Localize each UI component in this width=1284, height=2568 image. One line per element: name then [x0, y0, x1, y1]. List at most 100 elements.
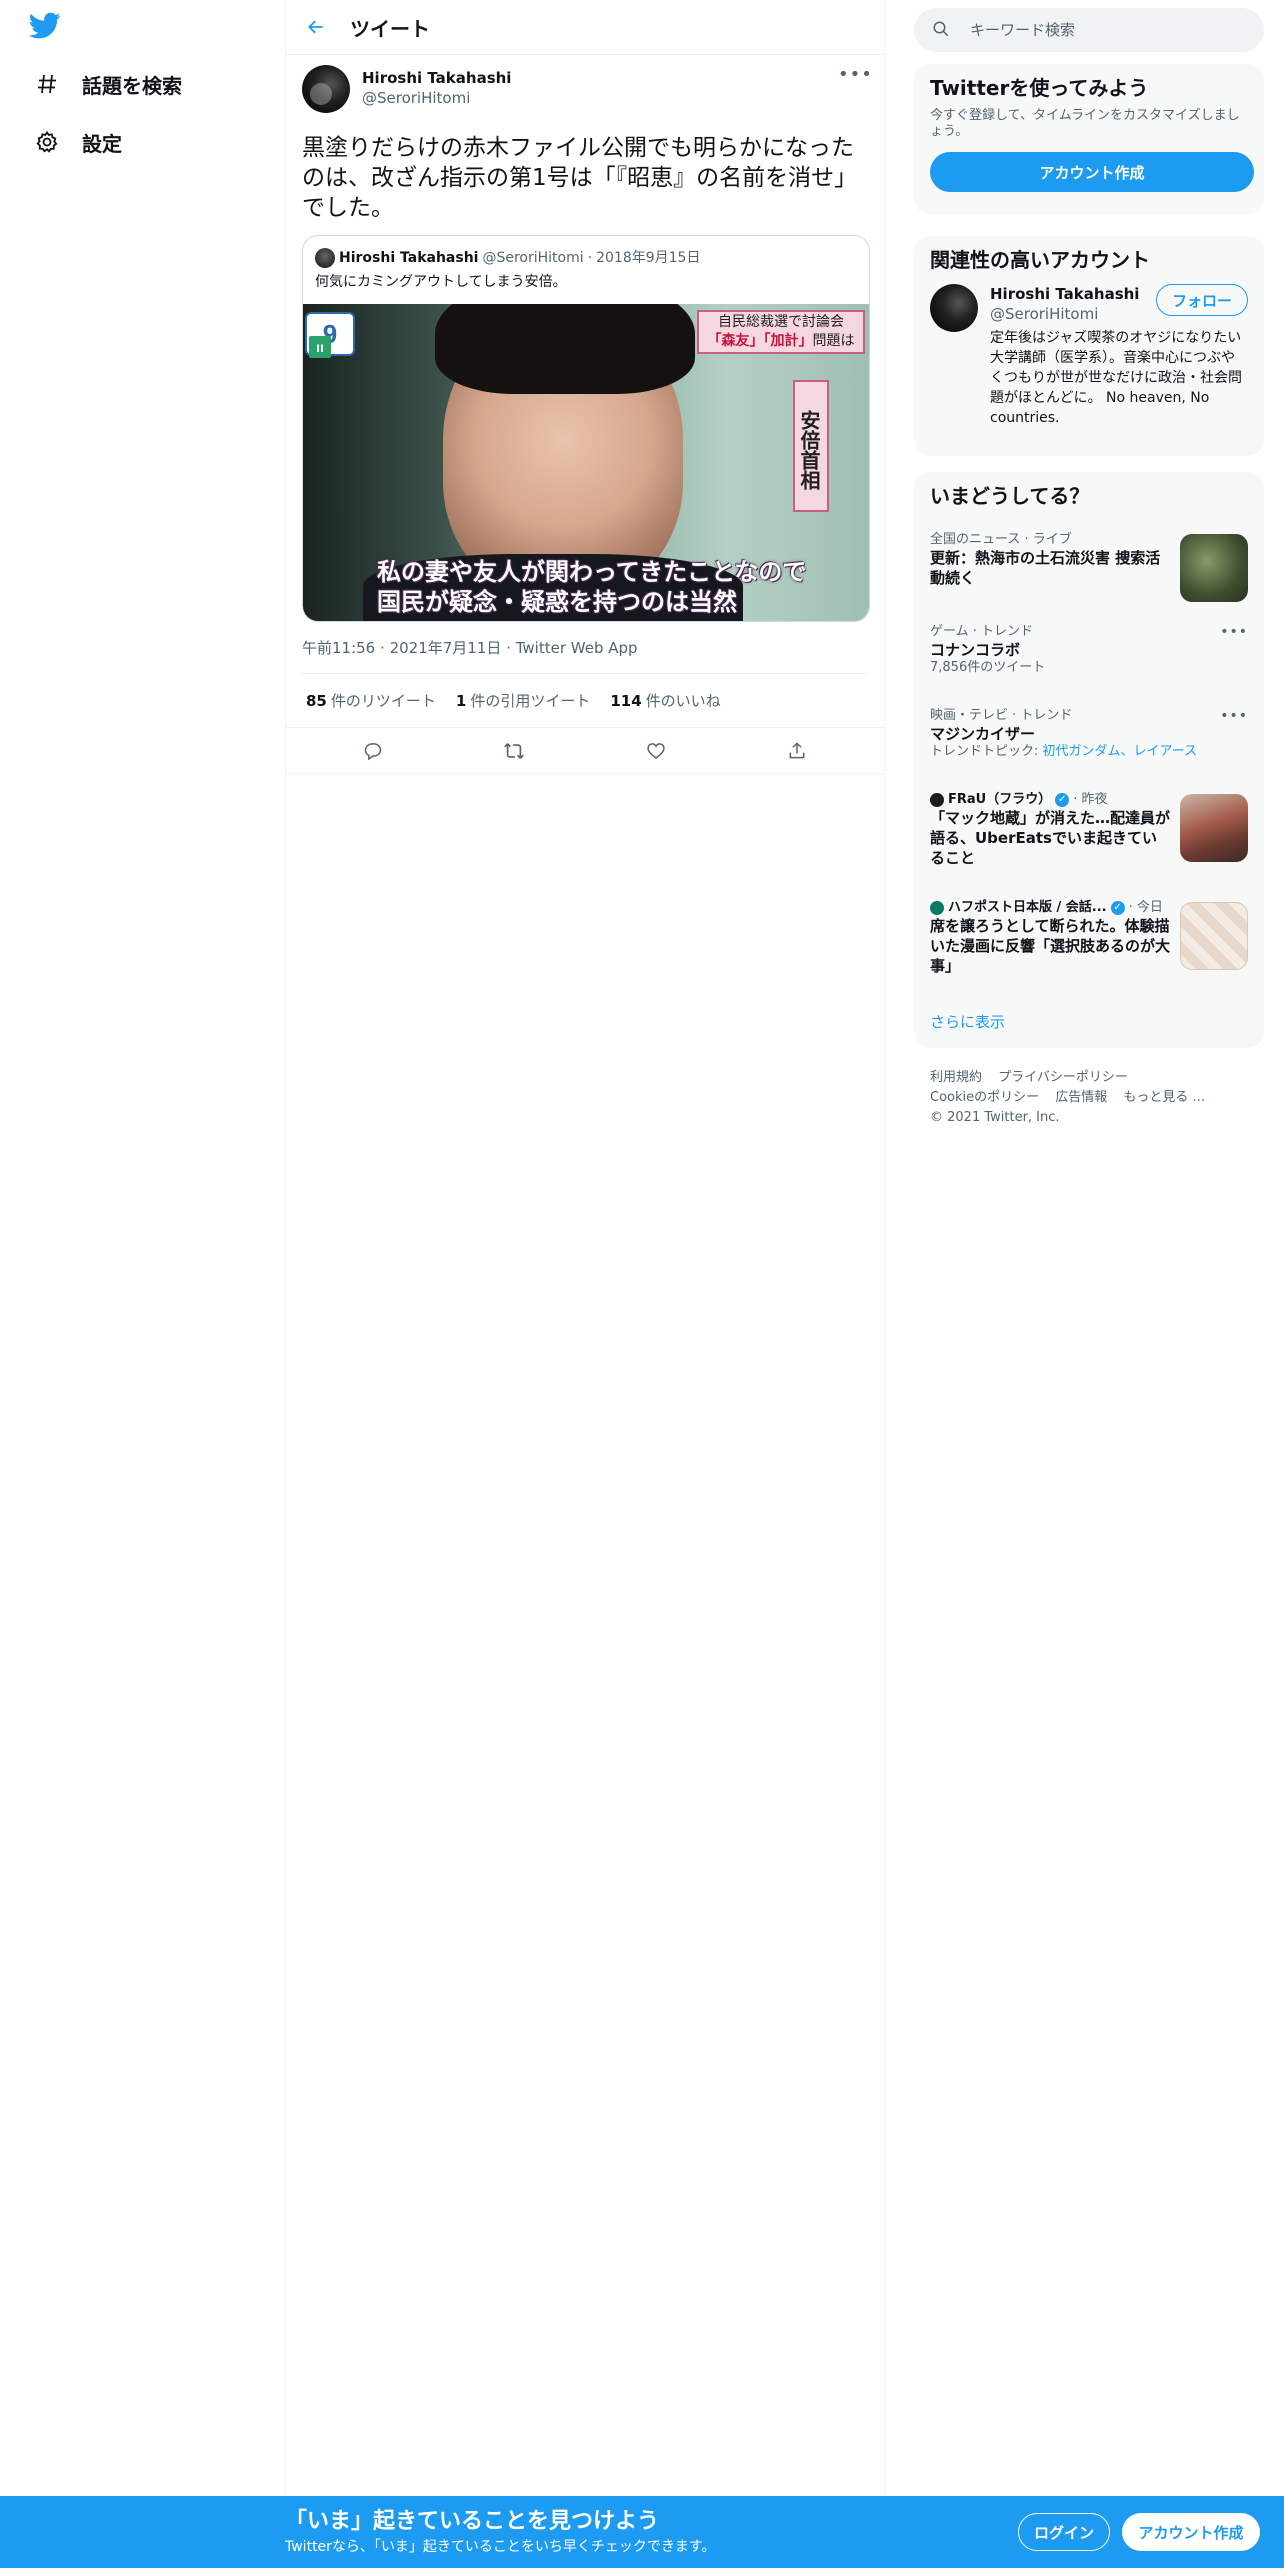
bottom-signup-bar: 「いま」起きていることを見つけよう Twitterなら、「いま」起きていることを…	[0, 2496, 1284, 2568]
gear-icon	[30, 125, 64, 159]
media-vertical-caption: 安倍首相	[793, 380, 829, 512]
trend-item[interactable]: 全国のニュース · ライブ 更新：熱海市の土石流災害 捜索活動続く	[914, 532, 1264, 602]
signup-subtitle: 今すぐ登録して、タイムラインをカスタマイズしましょう。	[930, 108, 1240, 139]
trends-title: いまどうしてる？	[930, 484, 1090, 508]
trend-item[interactable]: 映画・テレビ · トレンド マジンカイザー トレンドトピック: 初代ガンダム、レ…	[914, 708, 1264, 760]
page-header: ツイート	[286, 0, 884, 55]
quote-text: 何気にカミングアウトしてしまう安倍。	[315, 274, 567, 290]
author-name[interactable]: Hiroshi Takahashi	[362, 68, 511, 88]
more-options-icon[interactable]: •••	[838, 65, 872, 85]
nav-item-settings[interactable]: 設定	[30, 116, 142, 168]
tweet-text: 黒塗りだらけの赤木ファイル公開でも明らかになったのは、改ざん指示の第1号は「『昭…	[302, 135, 858, 221]
trend-title: コナンコラボ	[930, 641, 1021, 659]
login-button[interactable]: ログイン	[1018, 2513, 1110, 2551]
bottom-bar-subtitle: Twitterなら、「いま」起きていることをいち早くチェックできます。	[285, 2539, 716, 2555]
footer-link-cookies[interactable]: Cookieのポリシー	[930, 1090, 1039, 1105]
trend-title: マジンカイザー	[930, 725, 1036, 743]
create-account-button[interactable]: アカウント作成	[930, 152, 1254, 192]
trends-card: いまどうしてる？ 全国のニュース · ライブ 更新：熱海市の土石流災害 捜索活動…	[914, 472, 1264, 1048]
quote-media-image[interactable]: 9 ıı 自民総裁選で討論会 「森友」「加計」問題は 安倍首相 私の妻や友人が関…	[303, 304, 869, 621]
back-arrow-icon[interactable]	[298, 9, 334, 45]
tweet-source[interactable]: Twitter Web App	[516, 639, 638, 657]
tweet: Hiroshi Takahashi @SeroriHitomi ••• 黒塗りだ…	[286, 55, 884, 774]
quoted-tweet[interactable]: Hiroshi Takahashi @SeroriHitomi · 2018年9…	[302, 235, 870, 622]
news-source-icon	[930, 901, 944, 915]
related-user-handle: @SeroriHitomi	[990, 305, 1099, 323]
quote-date: 2018年9月15日	[596, 250, 701, 266]
quote-dot: ·	[587, 250, 593, 266]
quote-header: Hiroshi Takahashi @SeroriHitomi · 2018年9…	[303, 236, 869, 268]
footer-link-privacy[interactable]: プライバシーポリシー	[998, 1070, 1128, 1085]
news-source-icon	[930, 793, 944, 807]
news-source: FRaU（フラウ）	[948, 792, 1052, 807]
news-time: · 今日	[1128, 900, 1163, 915]
tweet-actions	[286, 727, 884, 774]
tweet-author-row: Hiroshi Takahashi @SeroriHitomi •••	[302, 65, 872, 121]
channel-logo: 9 ıı	[305, 312, 355, 358]
retweets-stat[interactable]: 85 件のリツイート	[306, 690, 436, 711]
reply-icon[interactable]	[354, 732, 392, 770]
author-names: Hiroshi Takahashi @SeroriHitomi	[362, 68, 511, 108]
twitter-bird-icon[interactable]	[29, 12, 65, 44]
trend-tweet-count: 7,856件のツイート	[930, 660, 1046, 675]
copyright: © 2021 Twitter, Inc.	[930, 1110, 1060, 1125]
meta-sep: ·	[380, 639, 385, 657]
like-heart-icon[interactable]	[637, 732, 675, 770]
follow-button[interactable]: フォロー	[1156, 284, 1248, 316]
search-bar[interactable]	[914, 8, 1264, 52]
bottom-bar-title: 「いま」起きていることを見つけよう	[285, 2509, 660, 2534]
news-time: · 昨夜	[1073, 792, 1108, 807]
footer-link-terms[interactable]: 利用規約	[930, 1070, 982, 1085]
nav-item-explore[interactable]: 話題を検索	[30, 58, 202, 110]
trend-context: ゲーム · トレンド	[930, 624, 1034, 639]
quote-avatar	[315, 248, 335, 268]
avatar[interactable]	[930, 284, 978, 332]
more-options-icon[interactable]: •••	[1220, 708, 1248, 724]
verified-badge-icon: ✓	[1110, 901, 1125, 915]
author-handle[interactable]: @SeroriHitomi	[362, 88, 511, 108]
retweet-icon[interactable]	[495, 732, 533, 770]
page-title: ツイート	[350, 16, 430, 41]
quotes-stat[interactable]: 1 件の引用ツイート	[456, 690, 590, 711]
news-source: ハフポスト日本版 / 会話...	[948, 900, 1107, 915]
tweet-date[interactable]: 2021年7月11日	[390, 639, 502, 657]
trend-item[interactable]: ゲーム · トレンド コナンコラボ 7,856件のツイート •••	[914, 624, 1264, 676]
show-more-link[interactable]: さらに表示	[930, 1011, 1005, 1032]
news-title: 席を譲ろうとして断られた。体験描いた漫画に反響「選択肢あるのが大事」	[930, 917, 1171, 975]
nav-label-settings: 設定	[82, 131, 122, 156]
avatar[interactable]	[302, 65, 350, 113]
signup-card: Twitterを使ってみよう 今すぐ登録して、タイムラインをカスタマイズしましょ…	[914, 64, 1264, 214]
quote-author-name: Hiroshi Takahashi	[339, 250, 479, 266]
share-icon[interactable]	[778, 732, 816, 770]
signup-title: Twitterを使ってみよう	[930, 76, 1149, 100]
hashtag-icon	[30, 67, 64, 101]
related-user-name[interactable]: Hiroshi Takahashi	[990, 284, 1139, 304]
media-banner: 自民総裁選で討論会 「森友」「加計」問題は	[697, 310, 865, 354]
tweet-time[interactable]: 午前11:56	[302, 639, 375, 657]
search-icon	[932, 20, 952, 40]
media-caption: 私の妻や友人が関わってきたことなので 国民が疑念・疑惑を持つのは当然	[377, 558, 807, 616]
news-thumbnail	[1180, 902, 1248, 970]
footer-link-more[interactable]: もっと見る ...	[1123, 1090, 1205, 1105]
more-options-icon[interactable]: •••	[1220, 624, 1248, 640]
likes-stat[interactable]: 114 件のいいね	[610, 690, 720, 711]
related-user-bio: 定年後はジャズ喫茶のオヤジになりたい大学講師（医学系）。音楽中心につぶやくつもり…	[990, 330, 1242, 426]
related-accounts-card: 関連性の高いアカウント Hiroshi Takahashi @SeroriHit…	[914, 236, 1264, 456]
news-item[interactable]: FRaU（フラウ） ✓ · 昨夜 「マック地蔵」が消えた…配達員が語る、Uber…	[914, 792, 1264, 868]
footer-link-ads[interactable]: 広告情報	[1055, 1090, 1107, 1105]
signup-button[interactable]: アカウント作成	[1122, 2513, 1260, 2551]
tweet-meta: 午前11:56 · 2021年7月11日 · Twitter Web App	[302, 638, 868, 658]
trend-topics: トレンドトピック: 初代ガンダム、レイアース	[930, 744, 1198, 759]
search-input[interactable]	[970, 21, 1240, 39]
related-title: 関連性の高いアカウント	[930, 248, 1150, 272]
trend-thumbnail	[1180, 534, 1248, 602]
trend-context: 映画・テレビ · トレンド	[930, 708, 1073, 723]
news-thumbnail	[1180, 794, 1248, 862]
quote-author-handle: @SeroriHitomi	[482, 250, 584, 266]
nav-label-explore: 話題を検索	[82, 73, 182, 98]
news-title: 「マック地蔵」が消えた…配達員が語る、UberEatsでいま起きていること	[930, 809, 1171, 867]
left-nav: 話題を検索 設定	[0, 0, 285, 2568]
footer: 利用規約 プライバシーポリシー Cookieのポリシー 広告情報 もっと見る .…	[930, 1068, 1250, 1128]
related-user[interactable]: Hiroshi Takahashi @SeroriHitomi フォロー 定年後…	[914, 284, 1264, 428]
news-item[interactable]: ハフポスト日本版 / 会話... ✓ · 今日 席を譲ろうとして断られた。体験描…	[914, 900, 1264, 976]
